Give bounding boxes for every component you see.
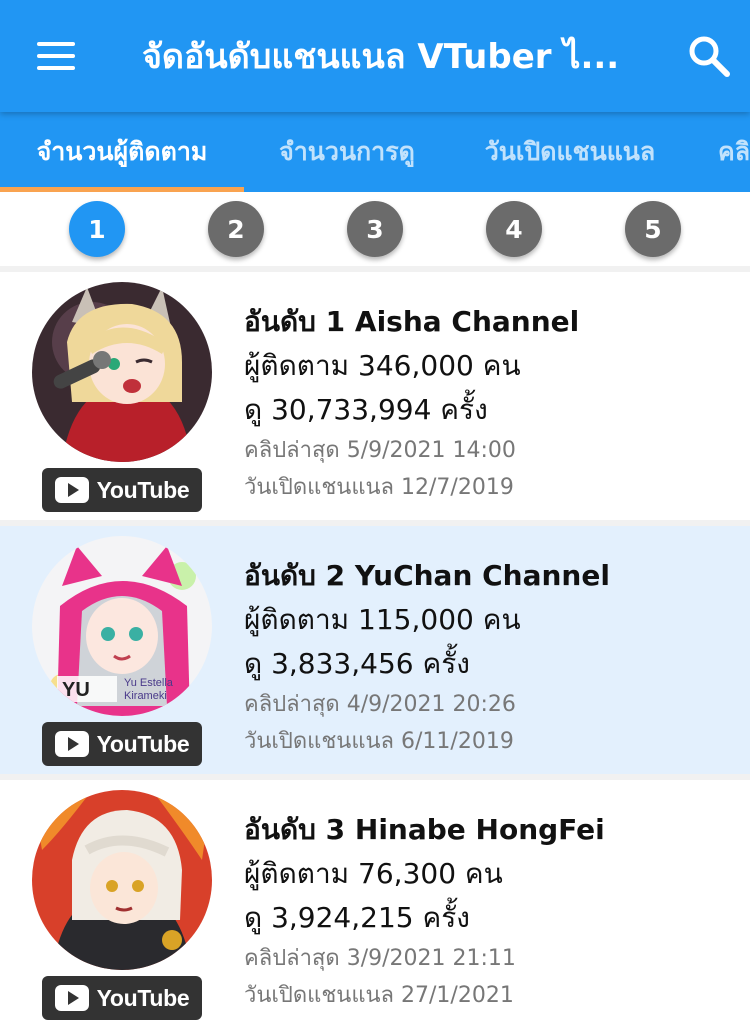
youtube-badge-label: YouTube	[96, 730, 190, 757]
hamburger-menu-icon	[37, 42, 75, 70]
tab-indicator	[0, 187, 244, 192]
page-button-1[interactable]: 1	[69, 201, 125, 257]
search-button[interactable]	[686, 33, 732, 79]
channel-open-date: วันเปิดแชนแนล 12/7/2019	[244, 475, 514, 500]
youtube-play-icon	[54, 477, 89, 503]
channel-open-date: วันเปิดแชนแนล 27/1/2021	[244, 983, 514, 1008]
avatar-image: YU Yu Estella Kirameki	[32, 536, 212, 716]
channel-avatar[interactable]	[32, 282, 212, 462]
channel-subscribers: ผู้ติดตาม 115,000 คน	[244, 603, 521, 636]
channel-avatar[interactable]	[32, 790, 212, 970]
youtube-play-icon	[54, 731, 89, 757]
svg-text:Kirameki: Kirameki	[124, 690, 167, 702]
tab-bar: จำนวนผู้ติดตาม จำนวนการดู วันเปิดแชนแนล …	[0, 112, 750, 192]
avatar-image	[32, 790, 212, 970]
channel-last-clip: คลิปล่าสุด 3/9/2021 21:11	[244, 946, 516, 971]
tab-channel-open-date[interactable]: วันเปิดแชนแนล	[450, 112, 690, 192]
youtube-badge-label: YouTube	[96, 476, 190, 503]
channel-open-date: วันเปิดแชนแนล 6/11/2019	[244, 729, 514, 754]
svg-text:YU: YU	[62, 679, 90, 701]
page-selector: 1 2 3 4 5	[0, 192, 750, 264]
page-button-5[interactable]: 5	[625, 201, 681, 257]
channel-rank-name: อันดับ 3 Hinabe HongFei	[244, 813, 605, 846]
channel-last-clip: คลิปล่าสุด 5/9/2021 14:00	[244, 438, 516, 463]
svg-text:Yu Estella: Yu Estella	[124, 677, 174, 689]
channel-list: YouTube อันดับ 1 Aisha Channel ผู้ติดตาม…	[0, 266, 750, 1028]
channel-info: อันดับ 1 Aisha Channel ผู้ติดตาม 346,000…	[244, 300, 744, 506]
avatar-image	[32, 282, 212, 462]
youtube-badge-button[interactable]: YouTube	[42, 722, 202, 766]
page-button-3[interactable]: 3	[347, 201, 403, 257]
channel-last-clip: คลิปล่าสุด 4/9/2021 20:26	[244, 692, 516, 717]
tab-subscribers[interactable]: จำนวนผู้ติดตาม	[0, 112, 244, 192]
app-bar: จัดอันดับแชนแนล VTuber ไ...	[0, 0, 750, 112]
page-title: จัดอันดับแชนแนล VTuber ไ...	[142, 37, 620, 77]
search-icon	[689, 36, 730, 77]
youtube-badge-button[interactable]: YouTube	[42, 468, 202, 512]
channel-avatar[interactable]: YU Yu Estella Kirameki	[32, 536, 212, 716]
youtube-badge-button[interactable]: YouTube	[42, 976, 202, 1020]
menu-button[interactable]	[0, 0, 112, 112]
channel-info: อันดับ 2 YuChan Channel ผู้ติดตาม 115,00…	[244, 554, 744, 760]
channel-rank-name: อันดับ 1 Aisha Channel	[244, 305, 580, 338]
youtube-play-icon	[54, 985, 89, 1011]
page-button-4[interactable]: 4	[486, 201, 542, 257]
tab-views[interactable]: จำนวนการดู	[244, 112, 450, 192]
channel-views: ดู 3,924,215 ครั้ง	[244, 901, 470, 934]
channel-rank-name: อันดับ 2 YuChan Channel	[244, 559, 610, 592]
channel-views: ดู 3,833,456 ครั้ง	[244, 647, 470, 680]
youtube-badge-label: YouTube	[96, 984, 190, 1011]
channel-row[interactable]: YU Yu Estella Kirameki YouTube อันดับ 2 …	[0, 520, 750, 774]
page-button-2[interactable]: 2	[208, 201, 264, 257]
channel-row[interactable]: YouTube อันดับ 3 Hinabe HongFei ผู้ติดตา…	[0, 774, 750, 1028]
channel-row[interactable]: YouTube อันดับ 1 Aisha Channel ผู้ติดตาม…	[0, 266, 750, 520]
tab-latest-clip[interactable]: คลิ	[718, 112, 750, 192]
channel-views: ดู 30,733,994 ครั้ง	[244, 393, 488, 426]
channel-info: อันดับ 3 Hinabe HongFei ผู้ติดตาม 76,300…	[244, 808, 744, 1014]
channel-subscribers: ผู้ติดตาม 346,000 คน	[244, 349, 521, 382]
channel-subscribers: ผู้ติดตาม 76,300 คน	[244, 857, 503, 890]
